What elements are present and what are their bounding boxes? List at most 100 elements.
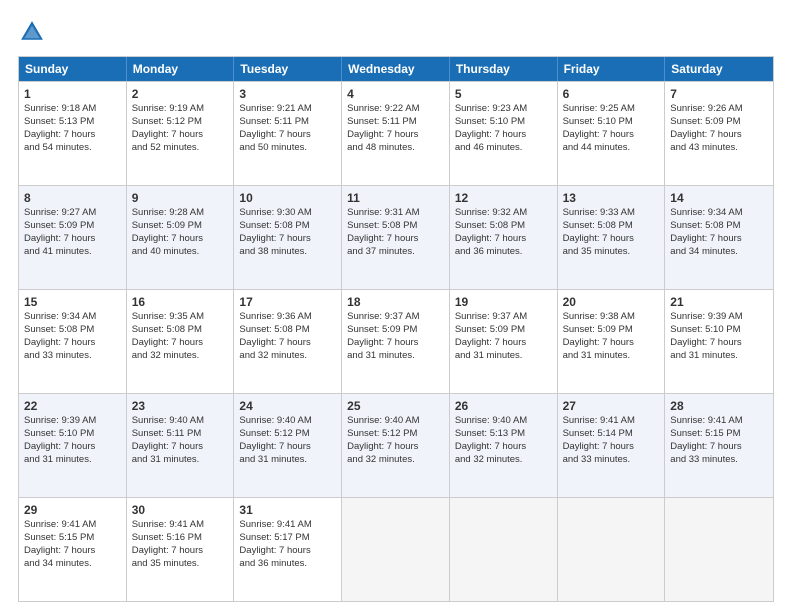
header <box>18 18 774 46</box>
day-info-line: Sunrise: 9:25 AM <box>563 103 635 114</box>
calendar-cell: 27Sunrise: 9:41 AMSunset: 5:14 PMDayligh… <box>558 394 666 497</box>
day-info-line: and 34 minutes. <box>670 246 738 257</box>
page: SundayMondayTuesdayWednesdayThursdayFrid… <box>0 0 792 612</box>
calendar-cell: 29Sunrise: 9:41 AMSunset: 5:15 PMDayligh… <box>19 498 127 601</box>
day-info-line: Sunrise: 9:37 AM <box>347 311 419 322</box>
day-number: 23 <box>132 398 229 414</box>
day-number: 30 <box>132 502 229 518</box>
day-info-line: Sunset: 5:08 PM <box>24 324 94 335</box>
day-info-line: Sunset: 5:08 PM <box>670 220 740 231</box>
day-info-line: Daylight: 7 hours <box>132 129 203 140</box>
day-info-line: Sunset: 5:15 PM <box>24 532 94 543</box>
day-number: 16 <box>132 294 229 310</box>
calendar-header: SundayMondayTuesdayWednesdayThursdayFrid… <box>19 57 773 81</box>
day-info-line: and 40 minutes. <box>132 246 200 257</box>
calendar-cell: 13Sunrise: 9:33 AMSunset: 5:08 PMDayligh… <box>558 186 666 289</box>
calendar-cell: 1Sunrise: 9:18 AMSunset: 5:13 PMDaylight… <box>19 82 127 185</box>
day-info-line: Daylight: 7 hours <box>239 441 310 452</box>
day-info-line: Sunset: 5:10 PM <box>563 116 633 127</box>
calendar-week-3: 15Sunrise: 9:34 AM Sunset: 5:08 PM Dayligh… <box>19 289 773 393</box>
day-header-tuesday: Tuesday <box>234 57 342 81</box>
calendar-cell: 3Sunrise: 9:21 AMSunset: 5:11 PMDaylight… <box>234 82 342 185</box>
calendar-cell <box>558 498 666 601</box>
calendar-week-2: 8Sunrise: 9:27 AMSunset: 5:09 PMDaylight… <box>19 185 773 289</box>
day-info-line: Sunset: 5:15 PM <box>670 428 740 439</box>
calendar-cell: 6Sunrise: 9:25 AMSunset: 5:10 PMDaylight… <box>558 82 666 185</box>
calendar-cell: 4Sunrise: 9:22 AMSunset: 5:11 PMDaylight… <box>342 82 450 185</box>
day-info-line: Daylight: 7 hours <box>24 233 95 244</box>
calendar-cell: 9Sunrise: 9:28 AMSunset: 5:09 PMDaylight… <box>127 186 235 289</box>
day-number: 13 <box>563 190 660 206</box>
day-info-line: Daylight: 7 hours <box>563 129 634 140</box>
day-info-line: Sunrise: 9:41 AM <box>239 519 311 530</box>
day-info-line: Sunrise: 9:40 AM <box>347 415 419 426</box>
day-info-line: Sunrise: 9:33 AM <box>563 207 635 218</box>
calendar-cell: 20Sunrise: 9:38 AMSunset: 5:09 PMDayligh… <box>558 290 666 393</box>
day-info-line: Sunset: 5:12 PM <box>347 428 417 439</box>
day-info-line: and 43 minutes. <box>670 142 738 153</box>
day-info-line: Sunset: 5:13 PM <box>455 428 525 439</box>
day-number: 29 <box>24 502 121 518</box>
day-info-line: Daylight: 7 hours <box>132 233 203 244</box>
day-info-line: Daylight: 7 hours <box>24 441 95 452</box>
day-number: 19 <box>455 294 552 310</box>
day-info-line: Daylight: 7 hours <box>239 129 310 140</box>
day-header-thursday: Thursday <box>450 57 558 81</box>
day-info-line: and 31 minutes. <box>24 454 92 465</box>
day-info-line: Sunrise: 9:41 AM <box>670 415 742 426</box>
day-header-wednesday: Wednesday <box>342 57 450 81</box>
day-info-line: Sunrise: 9:22 AM <box>347 103 419 114</box>
day-info-line: and 44 minutes. <box>563 142 631 153</box>
day-info-line: Sunrise: 9:41 AM <box>563 415 635 426</box>
day-info-line: Daylight: 7 hours <box>455 337 526 348</box>
calendar-week-5: 29 Sunrise: 9:41 AM Sunset: 5:15 PM Dayligh… <box>19 497 773 601</box>
day-info-line: Daylight: 7 hours <box>347 129 418 140</box>
day-info-line: Sunset: 5:09 PM <box>347 324 417 335</box>
day-number: 7 <box>670 86 768 102</box>
day-info-line: and 37 minutes. <box>347 246 415 257</box>
day-info-line: Sunrise: 9:21 AM <box>239 103 311 114</box>
day-info-line: Sunrise: 9:35 AM <box>132 311 204 322</box>
day-info-line: and 32 minutes. <box>455 454 523 465</box>
day-number: 27 <box>563 398 660 414</box>
day-info-line: Daylight: 7 hours <box>563 337 634 348</box>
day-info-line: and 46 minutes. <box>455 142 523 153</box>
day-number: 8 <box>24 190 121 206</box>
day-info-line: Sunset: 5:08 PM <box>455 220 525 231</box>
day-info-line: Daylight: 7 hours <box>455 129 526 140</box>
day-info-line: Daylight: 7 hours <box>347 233 418 244</box>
calendar-cell: 22Sunrise: 9:39 AMSunset: 5:10 PMDayligh… <box>19 394 127 497</box>
day-info-line: Daylight: 7 hours <box>132 545 203 556</box>
day-info-line: Sunset: 5:08 PM <box>239 220 309 231</box>
day-info-line: Daylight: 7 hours <box>239 545 310 556</box>
day-number: 25 <box>347 398 444 414</box>
day-info-line: Sunrise: 9:34 AM <box>24 311 96 322</box>
day-info-line: and 31 minutes. <box>563 350 631 361</box>
day-info-line: Sunset: 5:11 PM <box>239 116 309 127</box>
day-info-line: Sunset: 5:09 PM <box>24 220 94 231</box>
day-info-line: Sunrise: 9:30 AM <box>239 207 311 218</box>
day-info-line: Sunrise: 9:37 AM <box>455 311 527 322</box>
calendar-cell: 21Sunrise: 9:39 AMSunset: 5:10 PMDayligh… <box>665 290 773 393</box>
day-info-line: Daylight: 7 hours <box>563 441 634 452</box>
day-number: 31 <box>239 502 336 518</box>
day-info-line: Daylight: 7 hours <box>670 233 741 244</box>
calendar-cell: 7Sunrise: 9:26 AMSunset: 5:09 PMDaylight… <box>665 82 773 185</box>
day-info-line: Sunset: 5:08 PM <box>132 324 202 335</box>
day-info-line: and 32 minutes. <box>132 350 200 361</box>
day-number: 24 <box>239 398 336 414</box>
day-info-line: Daylight: 7 hours <box>670 441 741 452</box>
calendar-cell: 24Sunrise: 9:40 AMSunset: 5:12 PMDayligh… <box>234 394 342 497</box>
day-info-line: Sunset: 5:11 PM <box>132 428 202 439</box>
day-number: 2 <box>132 86 229 102</box>
day-number: 1 <box>24 86 121 102</box>
day-number: 15 <box>24 294 121 310</box>
day-number: 12 <box>455 190 552 206</box>
calendar-cell <box>665 498 773 601</box>
day-info-line: and 36 minutes. <box>455 246 523 257</box>
day-info-line: and 31 minutes. <box>239 454 307 465</box>
day-number: 4 <box>347 86 444 102</box>
day-info-line: and 36 minutes. <box>239 558 307 569</box>
calendar-cell: 28Sunrise: 9:41 AMSunset: 5:15 PMDayligh… <box>665 394 773 497</box>
day-info-line: Daylight: 7 hours <box>563 233 634 244</box>
